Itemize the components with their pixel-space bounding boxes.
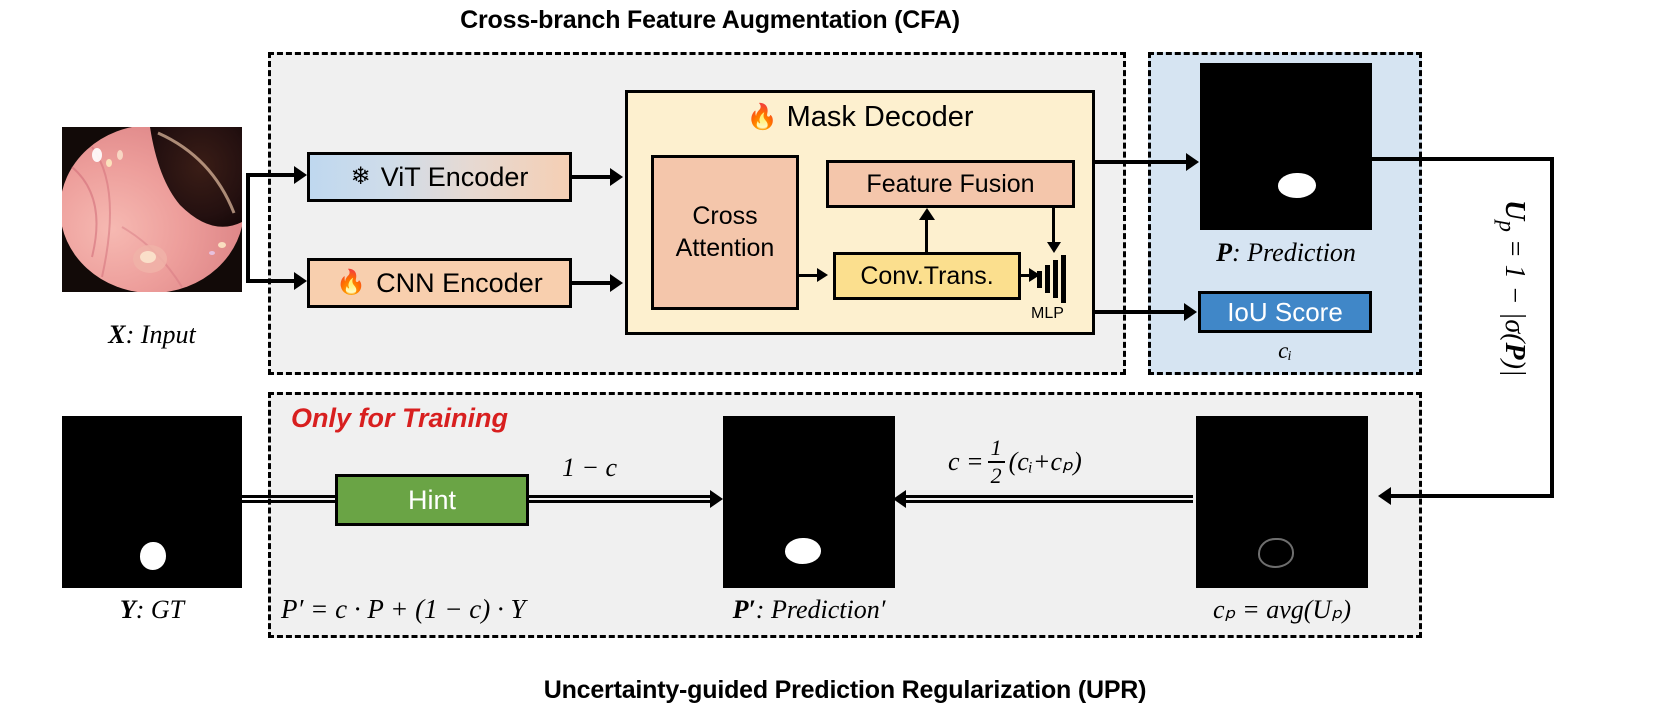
c-equation-lead: c =	[948, 447, 984, 476]
connector-uncertainty-to-unc-map	[1390, 494, 1554, 498]
arrow-decoder-to-prediction-line	[1095, 160, 1190, 164]
gt-mask-image	[62, 416, 242, 588]
arrow-conv-to-fusion-head	[919, 208, 935, 220]
iou-score-label: IoU Score	[1227, 296, 1343, 327]
one-minus-c-label: 1 − c	[562, 453, 618, 482]
uncertainty-eq-body: = 1 − |σ(	[1499, 231, 1530, 343]
input-endoscopy-image	[62, 127, 242, 292]
endoscopy-illustration	[62, 127, 242, 292]
hint-box[interactable]: Hint	[335, 474, 529, 526]
arrow-decoder-to-iou-head	[1184, 303, 1197, 321]
arrow-hint-to-pprime-head	[710, 490, 723, 508]
uncertainty-eq-tail: )|	[1499, 359, 1530, 377]
prediction-caption: P: Prediction	[1190, 238, 1382, 268]
c-equation: c = 1 2 (cᵢ+cₚ)	[948, 437, 1082, 487]
gt-caption: Y: GT	[62, 595, 242, 625]
cnn-encoder-label: CNN Encoder	[376, 267, 543, 298]
mlp-label: MLP	[1031, 305, 1064, 322]
cross-attention-line2: Attention	[675, 233, 775, 262]
vit-encoder-label: ViT Encoder	[380, 161, 529, 192]
c-equation-fraction: 1 2	[987, 435, 1005, 488]
arrow-input-to-cnn-line	[246, 279, 296, 283]
c-fraction-denominator: 2	[990, 463, 1002, 488]
conv-trans-label: Conv.Trans.	[860, 261, 994, 290]
prediction-mask-image	[1200, 63, 1372, 230]
c-fraction-numerator: 1	[990, 435, 1002, 460]
c-equation-tail: (cᵢ+cₚ)	[1008, 447, 1082, 476]
cross-attention-box[interactable]: Cross Attention	[651, 155, 799, 310]
feature-fusion-box[interactable]: Feature Fusion	[826, 160, 1075, 208]
arrow-cnn-to-decoder-head	[610, 274, 623, 292]
snowflake-icon: ❄	[350, 163, 371, 190]
connector-uncertainty-vertical	[1550, 157, 1554, 497]
mlp-bars-icon	[1037, 255, 1071, 303]
arrow-input-to-vit-head	[294, 166, 307, 184]
feature-fusion-label: Feature Fusion	[866, 169, 1035, 198]
gt-blob	[140, 542, 166, 570]
uncertainty-blob-outline	[1258, 538, 1294, 568]
arrow-cross-to-conv-line	[799, 274, 819, 277]
cfa-title: Cross-branch Feature Augmentation (CFA)	[460, 6, 960, 34]
pprime-mask-image	[723, 416, 895, 588]
only-for-training-note: Only for Training	[291, 403, 509, 433]
mask-decoder-label: Mask Decoder	[786, 101, 974, 133]
iou-score-sub-caption: cᵢ	[1278, 338, 1292, 363]
arrow-cnn-to-decoder-line	[572, 281, 612, 285]
uncertainty-equation: Up = 1 − |σ(P)|	[1492, 200, 1530, 377]
arrow-input-to-cnn-head	[294, 272, 307, 290]
arrow-input-to-vit-line	[246, 173, 296, 177]
uncertainty-eq-sub: p	[1493, 220, 1520, 232]
arrow-decoder-to-iou-line	[1095, 310, 1188, 314]
arrow-fusion-to-mlp-line	[1052, 208, 1055, 244]
arrow-cross-to-conv-head	[817, 268, 828, 282]
pprime-blob	[785, 538, 821, 564]
input-caption: X: Input	[62, 320, 242, 350]
pprime-formula: P′ = c · P + (1 − c) · Y	[281, 594, 526, 624]
uncertainty-map-image	[1196, 416, 1368, 588]
connector-uncmap-to-pprime	[905, 495, 1193, 503]
arrow-conv-to-fusion-line	[925, 219, 928, 254]
conv-trans-box[interactable]: Conv.Trans.	[833, 252, 1021, 300]
input-caption-symbol: X	[108, 320, 126, 349]
mask-decoder-title: 🔥 Mask Decoder	[628, 101, 1092, 134]
pprime-caption: P′: Prediction′	[713, 595, 905, 625]
uncertainty-eq-var2: P	[1499, 342, 1530, 360]
prediction-blob	[1278, 173, 1316, 198]
connector-prediction-to-uncertainty-top	[1372, 157, 1554, 161]
connector-hint-to-pprime	[529, 495, 715, 503]
gt-caption-text: : GT	[135, 595, 185, 624]
prediction-caption-symbol: P	[1216, 238, 1232, 267]
cp-caption: cₚ = avg(Uₚ)	[1213, 595, 1351, 624]
cross-attention-line1: Cross	[692, 202, 758, 231]
arrow-decoder-to-prediction-head	[1186, 153, 1199, 171]
cnn-encoder-box[interactable]: 🔥 CNN Encoder	[307, 258, 572, 308]
fire-icon: 🔥	[746, 103, 778, 131]
gt-caption-symbol: Y	[119, 595, 136, 624]
arrow-vit-to-decoder-head	[610, 168, 623, 186]
arrow-uncmap-to-pprime-head	[893, 490, 906, 508]
iou-score-box[interactable]: IoU Score	[1198, 291, 1372, 333]
pprime-caption-text: : Prediction′	[755, 595, 886, 624]
upr-title: Uncertainty-guided Prediction Regulariza…	[543, 676, 1147, 704]
uncertainty-eq-var: U	[1499, 200, 1530, 221]
pprime-caption-symbol: P′	[732, 595, 756, 624]
connector-gt-to-hint	[242, 495, 338, 503]
prediction-caption-text: : Prediction	[1231, 238, 1356, 267]
arrow-to-uncertainty-map-head	[1378, 487, 1391, 505]
arrow-fusion-to-mlp-head	[1047, 242, 1061, 253]
fire-icon: 🔥	[336, 269, 367, 296]
input-caption-text: : Input	[125, 320, 196, 349]
diagram-canvas: Cross-branch Feature Augmentation (CFA) …	[0, 0, 1661, 727]
hint-label: Hint	[407, 484, 456, 515]
vit-encoder-box[interactable]: ❄ ViT Encoder	[307, 152, 572, 202]
arrow-input-to-cnn-vertical	[246, 173, 250, 281]
arrow-vit-to-decoder-line	[572, 175, 612, 179]
